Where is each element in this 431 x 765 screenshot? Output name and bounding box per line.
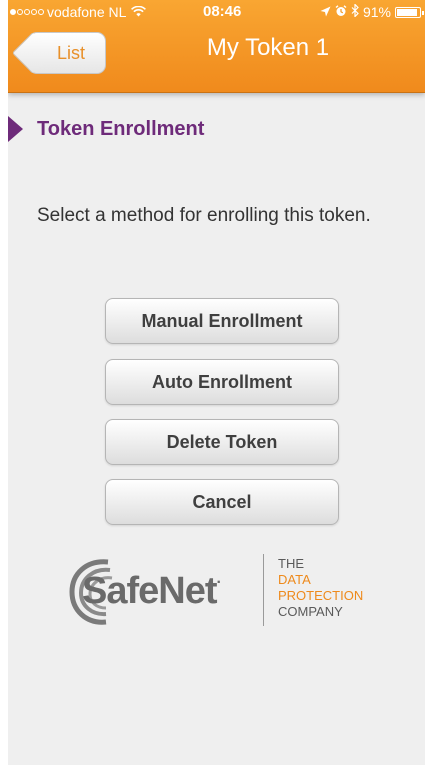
battery-icon (395, 6, 424, 18)
app-screen: vodafone NL 08:46 91% List My Token 1 To… (8, 0, 425, 765)
signal-dot (38, 9, 44, 15)
tagline-line: COMPANY (278, 604, 343, 619)
carrier-name: vodafone NL (47, 4, 127, 20)
signal-strength-icon (10, 9, 44, 15)
section-marker-icon (8, 116, 23, 142)
logo-divider (263, 554, 264, 626)
logo-registered-mark: . (216, 570, 222, 587)
status-right: 91% (320, 3, 424, 20)
signal-dot (10, 9, 16, 15)
signal-dot (31, 9, 37, 15)
tagline-line: THE (278, 556, 304, 571)
status-time: 08:46 (203, 3, 242, 20)
battery-percent: 91% (362, 4, 391, 20)
navigation-bar: vodafone NL 08:46 91% List My Token 1 (8, 0, 425, 93)
delete-token-button[interactable]: Delete Token (105, 419, 339, 465)
location-arrow-icon (320, 4, 331, 20)
alarm-icon (335, 4, 347, 20)
battery-tip (422, 10, 424, 15)
status-bar: vodafone NL 08:46 91% (8, 0, 425, 24)
back-button-label: List (56, 42, 85, 63)
instructions-text: Select a method for enrolling this token… (37, 205, 371, 226)
back-button[interactable]: List (11, 31, 106, 75)
auto-enrollment-button[interactable]: Auto Enrollment (105, 359, 339, 405)
logo-wordmark: SafeNet. (82, 570, 222, 613)
wifi-icon (131, 5, 147, 20)
signal-dot (17, 9, 23, 15)
logo-tagline: THE DATA PROTECTION COMPANY (278, 556, 363, 620)
tagline-line: PROTECTION (278, 588, 364, 603)
manual-enrollment-button[interactable]: Manual Enrollment (105, 298, 339, 344)
nav-title: My Token 1 (206, 34, 330, 61)
signal-dot (24, 9, 30, 15)
bluetooth-icon (351, 3, 359, 20)
tagline-line: DATA (278, 572, 311, 587)
section-title: Token Enrollment (37, 118, 205, 140)
status-left: vodafone NL (10, 4, 147, 20)
logo-brand: SafeNet (82, 570, 217, 612)
back-chevron-icon (11, 31, 55, 75)
battery-fill (397, 8, 418, 16)
cancel-button[interactable]: Cancel (105, 479, 339, 525)
safenet-logo: SafeNet. THE DATA PROTECTION COMPANY (66, 548, 376, 638)
